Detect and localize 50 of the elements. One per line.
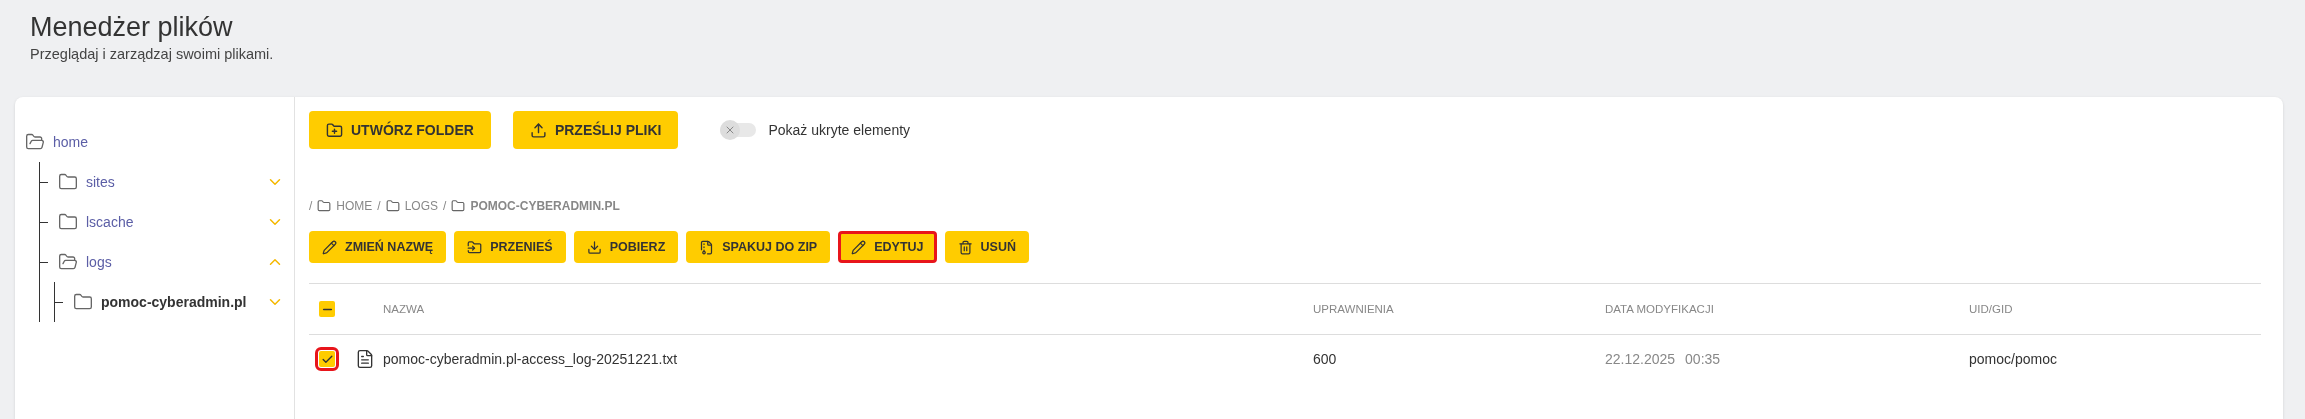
- tree-item[interactable]: logs: [86, 254, 258, 270]
- folder-icon: [317, 199, 332, 213]
- delete-button[interactable]: USUŃ: [944, 231, 1029, 263]
- folder-icon: [73, 292, 93, 312]
- open-folder-icon: [58, 252, 78, 272]
- upload-icon: [529, 121, 547, 139]
- toggle-switch[interactable]: [720, 123, 757, 137]
- tree-item[interactable]: lscache: [86, 214, 258, 230]
- column-header: UID/GID: [1969, 303, 2014, 315]
- download-icon: [586, 239, 602, 255]
- folder-icon: [385, 199, 400, 213]
- file-icon: [355, 349, 375, 369]
- owner-cell-text: pomoc/pomoc: [1969, 351, 2058, 367]
- breadcrumb-link[interactable]: LOGS: [404, 199, 439, 213]
- archive-icon: [699, 239, 715, 255]
- upload-button[interactable]: PRZEŚLIJ PLIKI: [512, 111, 679, 149]
- tree-item[interactable]: home: [53, 134, 284, 150]
- folder-arrow-icon: [467, 239, 483, 255]
- rename-button[interactable]: ZMIEŃ NAZWĘ: [309, 231, 447, 263]
- breadcrumb-separator: /: [443, 199, 447, 213]
- breadcrumb-link[interactable]: POMOC-CYBERADMIN.PL: [470, 199, 620, 213]
- download-button[interactable]: POBIERZ: [573, 231, 679, 263]
- edit-button[interactable]: EDYTUJ: [838, 231, 937, 263]
- open-folder-icon: [25, 132, 45, 152]
- folder-plus-icon: [326, 121, 343, 139]
- permissions-cell-text: 600: [1313, 351, 1338, 367]
- breadcrumb-separator: /: [309, 199, 313, 213]
- breadcrumb-link[interactable]: HOME: [336, 199, 373, 213]
- date-text: 22.12.2025: [1605, 351, 1676, 367]
- column-header: NAZWA: [383, 303, 426, 315]
- tree-item[interactable]: sites: [86, 174, 258, 190]
- folder-icon: [58, 212, 78, 232]
- column-header: UPRAWNIENIA: [1313, 303, 1395, 315]
- folder-icon: [58, 172, 78, 192]
- move-button[interactable]: PRZENIEŚ: [454, 231, 566, 263]
- column-header: DATA MODYFIKACJI: [1605, 303, 1715, 315]
- pencil-icon: [851, 239, 867, 255]
- breadcrumb-separator: /: [377, 199, 381, 213]
- folder-icon: [451, 199, 466, 213]
- tree-item[interactable]: pomoc-cyberadmin.pl: [101, 294, 258, 310]
- create-folder-button[interactable]: UTWÓRZ FOLDER: [309, 111, 491, 149]
- time-text: 00:35: [1685, 351, 1721, 367]
- toggle-label: Pokaż ukryte elementy: [768, 122, 911, 138]
- zip-button[interactable]: SPAKUJ DO ZIP: [686, 231, 831, 263]
- page-title: Menedżer plików: [30, 11, 234, 44]
- file-name[interactable]: pomoc-cyberadmin.pl-access_log-20251221.txt: [383, 351, 1313, 367]
- pencil-icon: [322, 239, 337, 255]
- page-subtitle: Przeglądaj i zarządzaj swoimi plikami.: [30, 46, 275, 62]
- select-all-checkbox[interactable]: [319, 301, 335, 317]
- trash-icon: [957, 239, 973, 255]
